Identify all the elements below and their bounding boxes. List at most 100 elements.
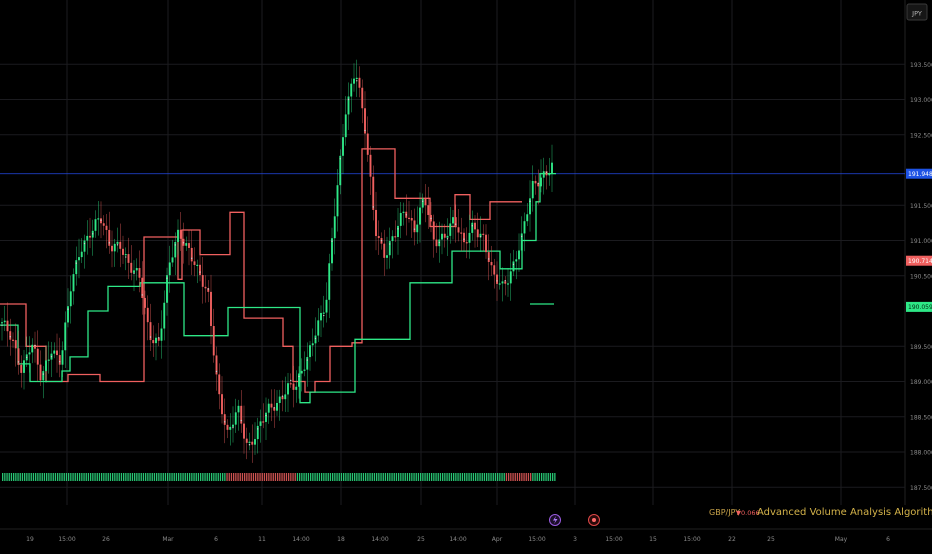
signal-dot xyxy=(240,419,242,422)
candle-body xyxy=(53,350,56,354)
volume-tick xyxy=(206,473,208,481)
candle-body xyxy=(394,236,397,238)
candle-body xyxy=(97,218,100,220)
signal-dot xyxy=(42,373,44,375)
volume-tick xyxy=(43,473,46,481)
candle-body xyxy=(64,322,67,351)
volume-tick xyxy=(79,473,81,481)
volume-tick xyxy=(250,473,252,481)
volume-tick xyxy=(30,473,32,481)
candle-body xyxy=(218,374,221,395)
signal-dot xyxy=(17,361,20,363)
candle-body xyxy=(204,286,207,289)
volume-tick xyxy=(285,473,288,481)
volume-tick xyxy=(248,473,250,481)
price-badge-label: 191.948 xyxy=(908,171,932,178)
volume-tick xyxy=(103,473,105,481)
signal-dot xyxy=(281,395,284,397)
signal-dot xyxy=(224,421,226,423)
volume-tick xyxy=(81,473,83,481)
volume-tick xyxy=(312,473,314,481)
volume-tick xyxy=(259,473,261,481)
signal-dot xyxy=(446,238,449,240)
y-axis: 193.500 193.000 192.500 191.500 191.000 190.5… xyxy=(910,62,932,492)
candle-body xyxy=(45,360,47,372)
candle-body xyxy=(232,424,234,427)
volume-tick xyxy=(26,473,28,481)
volume-tick xyxy=(63,473,65,481)
candle-body xyxy=(452,217,454,224)
event-lightning-icon[interactable] xyxy=(549,514,561,526)
candle-body xyxy=(226,424,229,430)
candle-body xyxy=(223,414,226,425)
volume-tick xyxy=(68,473,70,481)
candle-body xyxy=(130,262,133,273)
volume-tick xyxy=(120,473,123,481)
candle-body xyxy=(336,185,339,217)
candle-body xyxy=(256,425,259,440)
volume-tick xyxy=(217,473,219,481)
candle-body xyxy=(443,233,446,238)
y-tick-label: 191.000 xyxy=(910,238,932,245)
volume-tick xyxy=(358,473,360,481)
volume-tick xyxy=(83,473,85,481)
candle-body xyxy=(289,383,292,385)
signal-dot xyxy=(298,375,300,378)
volume-tick xyxy=(310,473,312,481)
candle-body xyxy=(188,243,190,248)
candle-body xyxy=(314,335,317,344)
volume-tick xyxy=(162,473,164,481)
signal-dot xyxy=(149,336,152,338)
candle-body xyxy=(300,370,303,374)
signal-dot xyxy=(545,171,548,174)
candle-body xyxy=(317,320,320,336)
candle-body xyxy=(498,283,501,285)
volume-tick xyxy=(246,473,248,481)
x-tick-label: 14:00 xyxy=(292,536,309,543)
volume-tick xyxy=(519,473,521,481)
candle-body xyxy=(14,340,17,349)
volume-tick xyxy=(497,473,499,481)
volume-tick xyxy=(380,473,382,481)
signal-dot xyxy=(133,272,135,275)
volume-tick xyxy=(131,473,134,481)
candle-body xyxy=(325,299,328,313)
x-tick-label: 14:00 xyxy=(449,536,466,543)
signal-dot xyxy=(232,426,234,429)
candle-body xyxy=(127,254,130,263)
volume-tick xyxy=(433,473,435,481)
volume-tick xyxy=(494,473,497,481)
candle-body xyxy=(166,275,168,303)
candle-body xyxy=(284,394,287,400)
candle-body xyxy=(295,386,298,390)
candle-body xyxy=(331,238,333,264)
candle-body xyxy=(193,261,196,265)
signal-dot xyxy=(141,294,143,296)
volume-tick xyxy=(101,473,103,481)
candle-body xyxy=(427,205,430,215)
volume-tick xyxy=(530,473,532,481)
volume-tick xyxy=(222,473,224,481)
volume-tick xyxy=(475,473,477,481)
volume-tick xyxy=(61,473,63,481)
currency-badge[interactable]: JPY xyxy=(906,3,928,21)
x-tick-label: Mar xyxy=(162,536,174,543)
volume-tick xyxy=(351,473,354,481)
x-tick-label: 14:00 xyxy=(371,536,388,543)
candle-body xyxy=(523,221,526,234)
volume-tick xyxy=(439,473,442,481)
y-tick-label: 187.500 xyxy=(910,485,932,492)
candle-body xyxy=(485,234,487,253)
signal-dot xyxy=(215,370,218,373)
y-tick-label: 190.500 xyxy=(910,273,932,280)
price-chart[interactable]: 193.500 193.000 192.500 191.500 191.000 190.5… xyxy=(0,0,932,550)
volume-tick xyxy=(211,473,213,481)
candle-body xyxy=(102,223,105,226)
candle-body xyxy=(501,281,504,284)
signal-dot xyxy=(405,214,407,216)
candle-body xyxy=(386,255,388,258)
candle-body xyxy=(369,154,372,177)
volume-tick xyxy=(442,473,444,481)
event-dividend-icon[interactable] xyxy=(588,514,600,526)
chart-root[interactable]: 193.500 193.000 192.500 191.500 191.000 190.5… xyxy=(0,0,932,550)
